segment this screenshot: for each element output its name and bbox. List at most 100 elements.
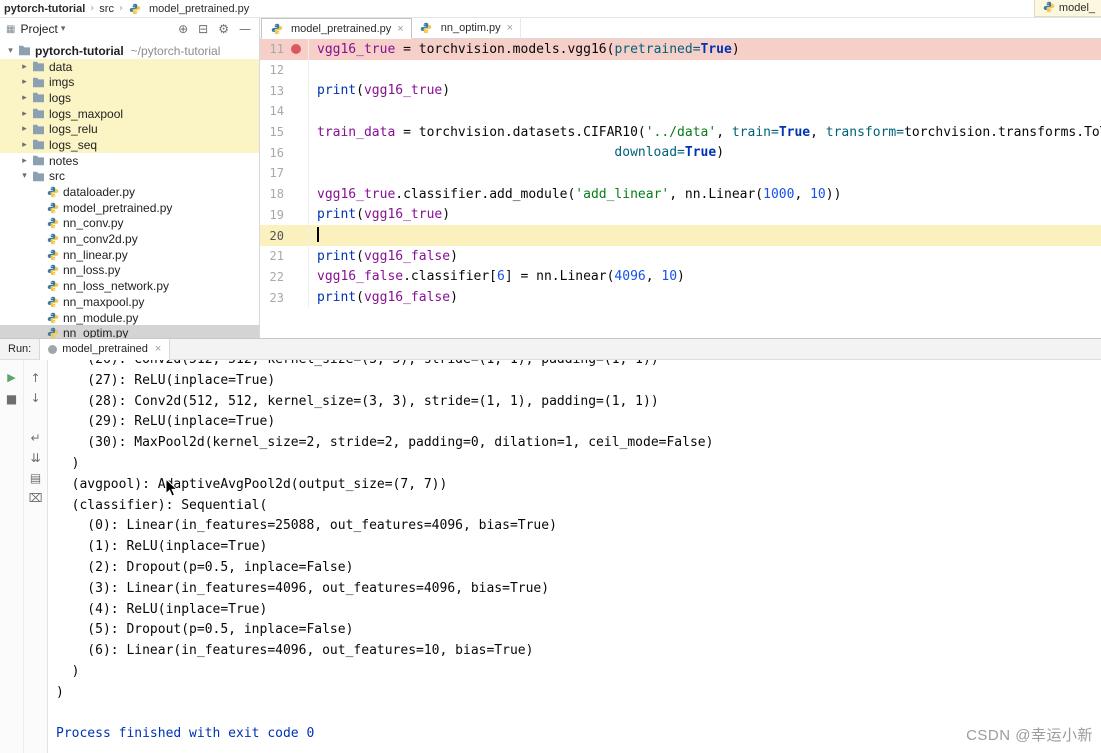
locate-icon[interactable]: ⊕	[178, 23, 188, 35]
line-number[interactable]: 18	[260, 183, 309, 205]
chevron-right-icon[interactable]: ▸	[18, 77, 31, 87]
prev-occurrence-button[interactable]: ↑	[30, 372, 40, 384]
code-line-23[interactable]: 23 print(vgg16_false)	[260, 287, 1101, 308]
tree-item-imgs[interactable]: ▸ imgs	[0, 74, 259, 91]
next-occurrence-button[interactable]: ↓	[30, 392, 40, 404]
line-number[interactable]: 14	[260, 101, 309, 122]
code-line-21[interactable]: 21 print(vgg16_false)	[260, 245, 1101, 267]
code-text[interactable]: vgg16_true = torchvision.models.vgg16(pr…	[309, 42, 1101, 57]
chevron-right-icon[interactable]: ▸	[18, 109, 31, 119]
breadcrumb-item[interactable]: pytorch-tutorial	[4, 3, 85, 15]
line-number[interactable]: 12	[260, 59, 309, 81]
line-number[interactable]: 17	[260, 163, 309, 184]
chevron-right-icon[interactable]: ▸	[18, 62, 31, 72]
line-number[interactable]: 21	[260, 245, 309, 267]
tree-item-logs_relu[interactable]: ▸ logs_relu	[0, 121, 259, 138]
main-area: ▦ Project ▾ ⊕ ⊟ ⚙ — ▾ pytorch-tutorial ~/pyt…	[0, 18, 1101, 338]
code-line-19[interactable]: 19 print(vgg16_true)	[260, 204, 1101, 226]
editor-tab-nn_optim.py[interactable]: nn_optim.py ×	[412, 18, 522, 38]
hide-panel-icon[interactable]: —	[239, 23, 251, 35]
code-text[interactable]: download=True)	[309, 145, 1101, 160]
rerun-button[interactable]: ▶	[7, 372, 15, 383]
code-line-11[interactable]: 11 vgg16_true = torchvision.models.vgg16(…	[260, 39, 1101, 60]
code-line-20[interactable]: 20	[260, 225, 1101, 246]
code-line-22[interactable]: 22 vgg16_false.classifier[6] = nn.Linear(…	[260, 266, 1101, 288]
tree-item-nn_conv.py[interactable]: nn_conv.py	[0, 216, 259, 232]
tree-item-src[interactable]: ▾ src	[0, 169, 259, 185]
code-line-15[interactable]: 15 train_data = torchvision.datasets.CIFA…	[260, 121, 1101, 143]
soft-wrap-button[interactable]: ↵	[30, 432, 40, 444]
code-line-14[interactable]: 14	[260, 101, 1101, 122]
console-line: )	[56, 455, 80, 471]
code-text[interactable]: print(vgg16_false)	[309, 290, 1101, 305]
console-output[interactable]: (26): Conv2d(512, 512, kernel_size=(3, 3…	[48, 360, 1101, 753]
code-line-12[interactable]: 12	[260, 59, 1101, 81]
chevron-right-icon[interactable]: ▸	[18, 93, 31, 103]
editor[interactable]: 11 vgg16_true = torchvision.models.vgg16(…	[260, 39, 1101, 338]
breakpoint-dot[interactable]	[291, 44, 301, 55]
tree-item-nn_maxpool.py[interactable]: nn_maxpool.py	[0, 294, 259, 310]
chevron-right-icon[interactable]: ▸	[18, 156, 31, 166]
code-text[interactable]	[309, 227, 1101, 244]
tree-item-nn_linear.py[interactable]: nn_linear.py	[0, 247, 259, 263]
code-text[interactable]: print(vgg16_true)	[309, 207, 1101, 222]
line-number[interactable]: 19	[260, 204, 309, 226]
settings-gear-icon[interactable]: ⚙	[218, 23, 229, 35]
window-fragment[interactable]: model_	[1033, 0, 1101, 17]
line-number[interactable]: 15	[260, 121, 309, 143]
line-number[interactable]: 16	[260, 142, 309, 164]
tree-item-nn_loss_network.py[interactable]: nn_loss_network.py	[0, 278, 259, 294]
pycharm-window: pytorch-tutorial › src › model_pretrained.p…	[0, 0, 1101, 753]
tree-item-pytorch-tutorial[interactable]: ▾ pytorch-tutorial ~/pytorch-tutorial	[0, 43, 259, 59]
code-text[interactable]: print(vgg16_false)	[309, 249, 1101, 264]
close-icon[interactable]: ×	[507, 22, 513, 34]
code-line-18[interactable]: 18 vgg16_true.classifier.add_module('add_…	[260, 183, 1101, 205]
tree-item-logs[interactable]: ▸ logs	[0, 90, 259, 106]
chevron-right-icon[interactable]: ▸	[18, 124, 31, 134]
tree-item-label: logs_relu	[49, 122, 98, 137]
tree-item-label: nn_module.py	[63, 310, 139, 325]
chevron-down-icon[interactable]: ▾	[4, 46, 17, 56]
breadcrumb-item[interactable]: src	[99, 3, 114, 15]
code-line-17[interactable]: 17	[260, 163, 1101, 184]
code-line-13[interactable]: 13 print(vgg16_true)	[260, 80, 1101, 102]
python-file-icon	[45, 280, 60, 292]
tree-item-notes[interactable]: ▸ notes	[0, 153, 259, 169]
folder-icon	[31, 61, 46, 72]
code-line-16[interactable]: 16 download=True)	[260, 142, 1101, 164]
close-icon[interactable]: ×	[397, 23, 403, 35]
collapse-all-icon[interactable]: ⊟	[198, 23, 208, 35]
line-number[interactable]: 13	[260, 80, 309, 102]
tree-item-label: nn_linear.py	[63, 247, 128, 262]
line-number[interactable]: 22	[260, 266, 309, 288]
breadcrumb-item[interactable]: model_pretrained.py	[128, 3, 249, 15]
chevron-right-icon[interactable]: ▸	[18, 140, 31, 150]
close-icon[interactable]: ×	[155, 343, 161, 355]
tree-item-data[interactable]: ▸ data	[0, 58, 259, 75]
run-tab[interactable]: model_pretrained ×	[39, 338, 171, 360]
tree-item-logs_seq[interactable]: ▸ logs_seq	[0, 137, 259, 153]
tree-item-nn_loss.py[interactable]: nn_loss.py	[0, 263, 259, 279]
line-number[interactable]: 23	[260, 287, 309, 308]
code-text[interactable]: vgg16_false.classifier[6] = nn.Linear(40…	[309, 269, 1101, 284]
tree-item-path-hint: ~/pytorch-tutorial	[130, 43, 221, 58]
code-text[interactable]: print(vgg16_true)	[309, 83, 1101, 98]
stop-button[interactable]: ■	[6, 393, 17, 405]
project-dropdown[interactable]: Project ▾	[20, 22, 65, 36]
code-text[interactable]: vgg16_true.classifier.add_module('add_li…	[309, 187, 1101, 202]
chevron-down-icon[interactable]: ▾	[18, 171, 31, 181]
scroll-to-end-button[interactable]: ⇊	[30, 452, 40, 464]
tree-item-logs_maxpool[interactable]: ▸ logs_maxpool	[0, 105, 259, 122]
tree-item-nn_module.py[interactable]: nn_module.py	[0, 310, 259, 326]
console-line: (4): ReLU(inplace=True)	[56, 601, 268, 617]
print-button[interactable]: ▤	[30, 472, 41, 484]
line-number[interactable]: 11	[260, 39, 309, 60]
tree-item-nn_conv2d.py[interactable]: nn_conv2d.py	[0, 231, 259, 247]
editor-tab-model_pretrained.py[interactable]: model_pretrained.py ×	[261, 18, 412, 39]
code-text[interactable]: train_data = torchvision.datasets.CIFAR1…	[309, 125, 1101, 140]
clear-console-button[interactable]: ⌧	[29, 492, 43, 504]
line-number[interactable]: 20	[260, 225, 309, 246]
tree-item-nn_optim.py[interactable]: nn_optim.py	[0, 325, 259, 338]
tree-item-model_pretrained.py[interactable]: model_pretrained.py	[0, 200, 259, 216]
tree-item-dataloader.py[interactable]: dataloader.py	[0, 184, 259, 200]
